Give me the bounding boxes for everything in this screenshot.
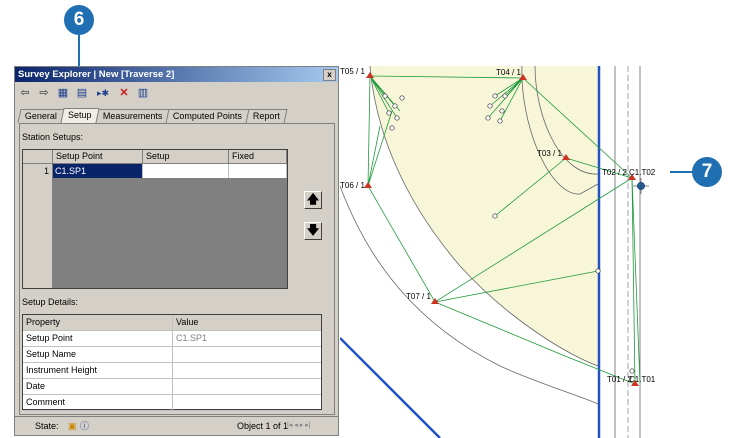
toolbar: ⇦ ⇨ ▦ ▤ ▸✱ ✕ ▥ — [18, 85, 150, 101]
column-header-fixed[interactable]: Fixed — [229, 150, 287, 164]
object-count: Object 1 of 1 — [237, 421, 289, 431]
state-edit-icon[interactable]: ▣ — [68, 417, 77, 435]
grid-icon[interactable]: ▤ — [75, 86, 89, 100]
point-label-c1-t01: C1.T01 — [629, 375, 656, 384]
point-label-t07: T07 / 1 — [406, 292, 431, 301]
station-setups-grid[interactable]: Setup Point Setup Fixed 1 C1.SP1 — [22, 149, 288, 289]
point-label-t03: T03 / 1 — [537, 149, 562, 158]
setup-details-label: Setup Details: — [22, 297, 79, 307]
property-value[interactable] — [173, 347, 324, 362]
table-row[interactable]: Setup Name — [23, 347, 321, 363]
tab-general[interactable]: General — [17, 109, 65, 123]
report-icon[interactable]: ▥ — [136, 86, 150, 100]
property-name: Setup Point — [23, 331, 173, 346]
property-value[interactable]: C1.SP1 — [173, 331, 324, 346]
table-row[interactable]: Instrument Height — [23, 363, 321, 379]
grid-corner — [23, 150, 53, 164]
point-label-t05: T05 / 1 — [340, 67, 365, 76]
cell-setup[interactable] — [143, 164, 229, 178]
point-label-t02: T02 / 2 — [602, 168, 627, 177]
row-header-column — [23, 164, 53, 288]
cell-setup-point[interactable]: C1.SP1 — [53, 164, 143, 178]
column-header-setup[interactable]: Setup — [143, 150, 229, 164]
column-header-value: Value — [176, 317, 199, 327]
info-icon[interactable]: ⓘ — [80, 417, 89, 435]
window-titlebar[interactable]: Survey Explorer | New [Traverse 2] x — [15, 67, 338, 82]
table-row[interactable]: Comment — [23, 395, 321, 411]
table-row[interactable]: Setup Point C1.SP1 — [23, 331, 321, 347]
state-label: State: — [35, 421, 59, 431]
point-label-t06: T06 / 1 — [340, 181, 365, 190]
property-value[interactable] — [173, 379, 324, 394]
cell-fixed[interactable] — [229, 164, 287, 178]
property-name: Comment — [23, 395, 173, 410]
station-setups-label: Station Setups: — [22, 132, 84, 142]
tab-strip: General Setup Measurements Computed Poin… — [17, 108, 288, 123]
forward-arrow-icon[interactable]: ⇨ — [37, 86, 51, 100]
property-value[interactable] — [173, 363, 324, 378]
tab-measurements[interactable]: Measurements — [95, 109, 170, 123]
map-view[interactable]: T05 / 1 T04 / 1 T03 / 1 T02 / 2 C1.T02 T… — [340, 66, 670, 438]
row-number[interactable]: 1 — [23, 164, 53, 178]
setup-details-header: Property Value — [23, 315, 321, 331]
column-header-setup-point[interactable]: Setup Point — [53, 150, 143, 164]
survey-explorer-window: Survey Explorer | New [Traverse 2] x ⇦ ⇨… — [14, 66, 339, 436]
tab-computed-points[interactable]: Computed Points — [165, 109, 250, 123]
tab-report[interactable]: Report — [245, 109, 288, 123]
move-up-button[interactable]: 🡅 — [304, 191, 322, 209]
window-title: Survey Explorer | New [Traverse 2] — [18, 69, 175, 80]
point-label-t04: T04 / 1 — [496, 68, 521, 77]
tab-setup[interactable]: Setup — [60, 108, 100, 123]
close-icon[interactable]: x — [323, 69, 336, 81]
callout-6: 6 — [64, 5, 94, 35]
record-navigation[interactable]: |◂ ◂ ▸ ▸| — [287, 417, 311, 435]
setup-details-grid: Property Value Setup Point C1.SP1 Setup … — [22, 314, 322, 411]
move-down-button[interactable]: 🡇 — [304, 222, 322, 240]
add-setup-icon[interactable]: ▸✱ — [94, 86, 112, 100]
status-bar: State: ▣ ⓘ Object 1 of 1 |◂ ◂ ▸ ▸| — [15, 416, 338, 435]
delete-icon[interactable]: ✕ — [117, 86, 131, 100]
property-name: Setup Name — [23, 347, 173, 362]
property-name: Date — [23, 379, 173, 394]
point-label-c1-t02: C1.T02 — [629, 168, 656, 177]
map-canvas[interactable]: T05 / 1 T04 / 1 T03 / 1 T02 / 2 C1.T02 T… — [340, 66, 670, 438]
back-arrow-icon[interactable]: ⇦ — [18, 86, 32, 100]
column-header-property: Property — [23, 315, 173, 330]
callout-7: 7 — [692, 157, 722, 187]
table-icon[interactable]: ▦ — [56, 86, 70, 100]
property-value[interactable] — [173, 395, 324, 410]
table-row[interactable]: Date — [23, 379, 321, 395]
property-name: Instrument Height — [23, 363, 173, 378]
